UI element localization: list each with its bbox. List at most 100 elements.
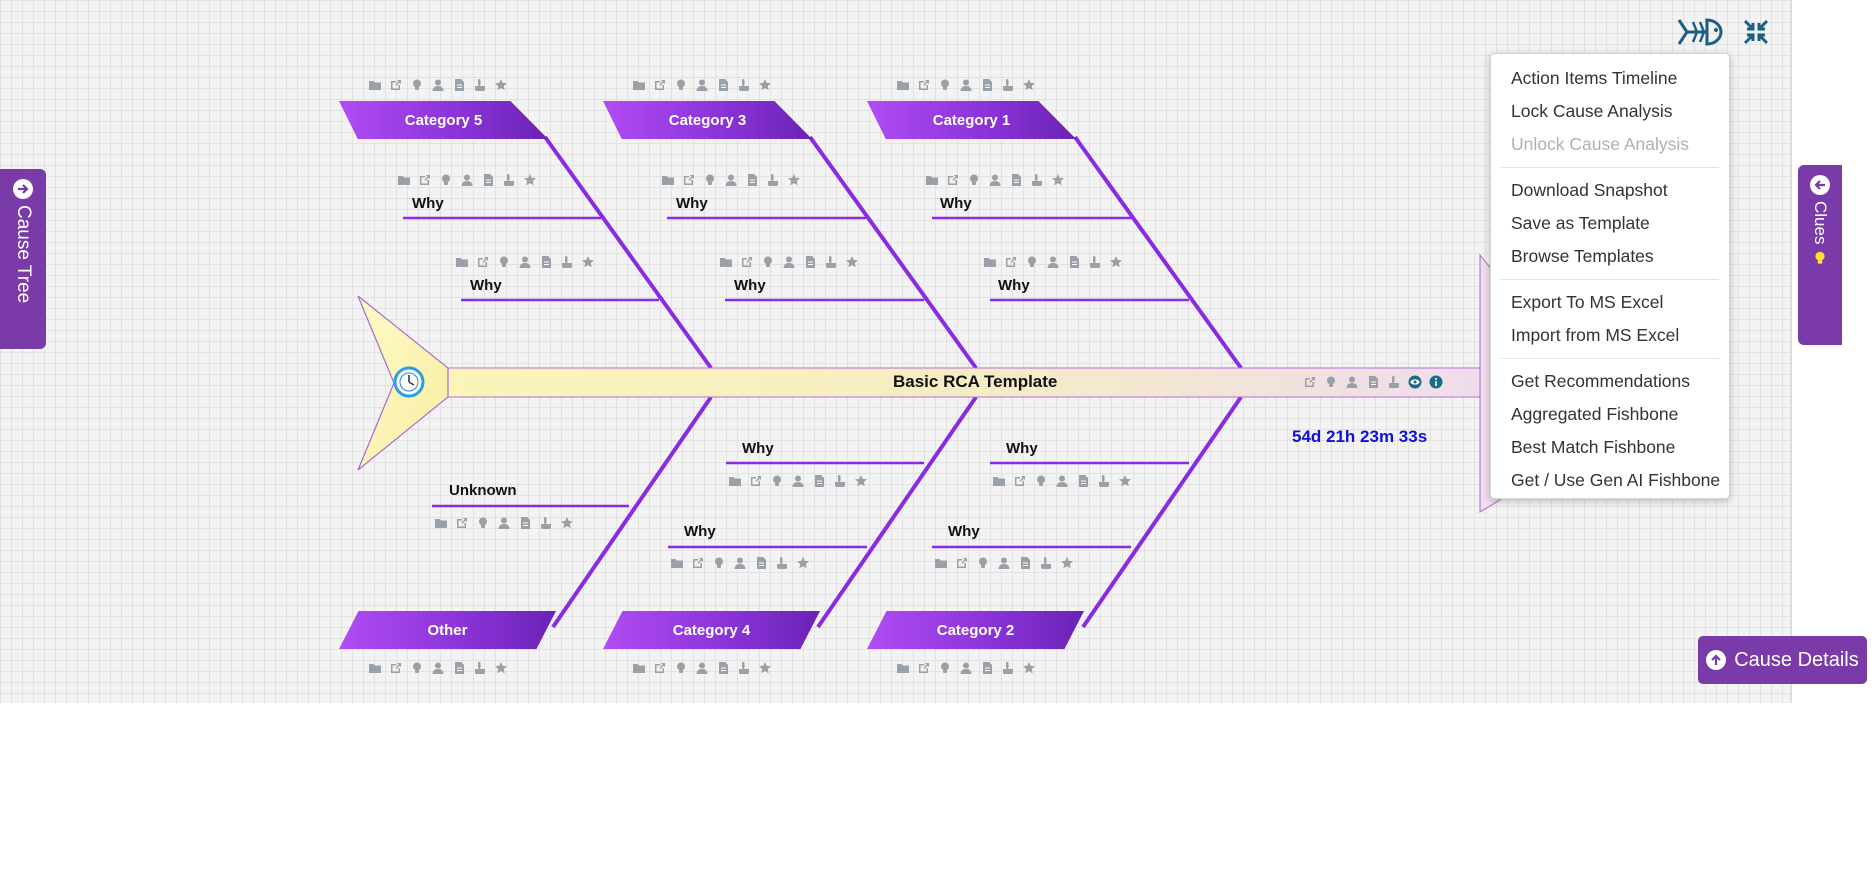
- star-icon[interactable]: [1109, 255, 1123, 269]
- lightbulb-icon[interactable]: [770, 474, 784, 488]
- folder-icon[interactable]: [434, 516, 448, 530]
- hand-icon[interactable]: [560, 255, 574, 269]
- external-link-icon[interactable]: [653, 661, 667, 675]
- lightbulb-icon[interactable]: [761, 255, 775, 269]
- user-icon[interactable]: [724, 173, 738, 187]
- hand-icon[interactable]: [737, 78, 751, 92]
- hand-icon[interactable]: [1039, 556, 1053, 570]
- cause-label[interactable]: Why: [742, 440, 774, 457]
- document-icon[interactable]: [803, 255, 817, 269]
- lightbulb-icon[interactable]: [938, 661, 952, 675]
- collapse-icon[interactable]: [1743, 19, 1769, 50]
- fishbone-icon[interactable]: [1677, 16, 1729, 53]
- star-icon[interactable]: [845, 255, 859, 269]
- lightbulb-icon[interactable]: [938, 78, 952, 92]
- folder-icon[interactable]: [896, 661, 910, 675]
- hand-icon[interactable]: [833, 474, 847, 488]
- eye-icon[interactable]: [1408, 375, 1422, 389]
- clock-icon[interactable]: [393, 366, 425, 398]
- document-icon[interactable]: [1076, 474, 1090, 488]
- external-link-icon[interactable]: [1004, 255, 1018, 269]
- star-icon[interactable]: [494, 661, 508, 675]
- folder-icon[interactable]: [368, 661, 382, 675]
- lightbulb-icon[interactable]: [674, 78, 688, 92]
- lightbulb-icon[interactable]: [476, 516, 490, 530]
- user-icon[interactable]: [1345, 375, 1359, 389]
- cause-tree-tab[interactable]: Cause Tree: [0, 169, 46, 349]
- star-icon[interactable]: [560, 516, 574, 530]
- star-icon[interactable]: [494, 78, 508, 92]
- document-icon[interactable]: [481, 173, 495, 187]
- external-link-icon[interactable]: [653, 78, 667, 92]
- document-icon[interactable]: [754, 556, 768, 570]
- folder-icon[interactable]: [983, 255, 997, 269]
- user-icon[interactable]: [518, 255, 532, 269]
- star-icon[interactable]: [758, 78, 772, 92]
- lightbulb-icon[interactable]: [497, 255, 511, 269]
- external-link-icon[interactable]: [1013, 474, 1027, 488]
- user-icon[interactable]: [959, 661, 973, 675]
- user-icon[interactable]: [695, 661, 709, 675]
- folder-icon[interactable]: [992, 474, 1006, 488]
- hand-icon[interactable]: [1001, 661, 1015, 675]
- folder-icon[interactable]: [455, 255, 469, 269]
- document-icon[interactable]: [518, 516, 532, 530]
- external-link-icon[interactable]: [418, 173, 432, 187]
- lightbulb-icon[interactable]: [967, 173, 981, 187]
- cause-label[interactable]: Why: [470, 277, 502, 294]
- star-icon[interactable]: [523, 173, 537, 187]
- menu-item-gen-ai-fishbone[interactable]: Get / Use Gen AI Fishbone: [1491, 464, 1729, 497]
- folder-icon[interactable]: [397, 173, 411, 187]
- hand-icon[interactable]: [737, 661, 751, 675]
- menu-item-export-excel[interactable]: Export To MS Excel: [1491, 286, 1729, 319]
- menu-item-save-as-template[interactable]: Save as Template: [1491, 207, 1729, 240]
- user-icon[interactable]: [431, 661, 445, 675]
- folder-icon[interactable]: [670, 556, 684, 570]
- user-icon[interactable]: [959, 78, 973, 92]
- external-link-icon[interactable]: [389, 78, 403, 92]
- folder-icon[interactable]: [632, 661, 646, 675]
- hand-icon[interactable]: [539, 516, 553, 530]
- lightbulb-icon[interactable]: [703, 173, 717, 187]
- external-link-icon[interactable]: [917, 78, 931, 92]
- external-link-icon[interactable]: [1303, 375, 1317, 389]
- external-link-icon[interactable]: [955, 556, 969, 570]
- lightbulb-icon[interactable]: [1034, 474, 1048, 488]
- folder-icon[interactable]: [728, 474, 742, 488]
- folder-icon[interactable]: [368, 78, 382, 92]
- cause-label-unknown[interactable]: Unknown: [449, 482, 517, 499]
- menu-item-best-match-fishbone[interactable]: Best Match Fishbone: [1491, 431, 1729, 464]
- star-icon[interactable]: [1022, 661, 1036, 675]
- star-icon[interactable]: [854, 474, 868, 488]
- user-icon[interactable]: [431, 78, 445, 92]
- user-icon[interactable]: [460, 173, 474, 187]
- document-icon[interactable]: [716, 78, 730, 92]
- external-link-icon[interactable]: [691, 556, 705, 570]
- external-link-icon[interactable]: [682, 173, 696, 187]
- folder-icon[interactable]: [661, 173, 675, 187]
- external-link-icon[interactable]: [917, 661, 931, 675]
- document-icon[interactable]: [980, 78, 994, 92]
- document-icon[interactable]: [1018, 556, 1032, 570]
- menu-item-download-snapshot[interactable]: Download Snapshot: [1491, 174, 1729, 207]
- folder-icon[interactable]: [925, 173, 939, 187]
- cause-label[interactable]: Why: [940, 195, 972, 212]
- hand-icon[interactable]: [502, 173, 516, 187]
- user-icon[interactable]: [997, 556, 1011, 570]
- external-link-icon[interactable]: [946, 173, 960, 187]
- hand-icon[interactable]: [1097, 474, 1111, 488]
- folder-icon[interactable]: [896, 78, 910, 92]
- cause-details-button[interactable]: Cause Details: [1698, 636, 1867, 684]
- hand-icon[interactable]: [1088, 255, 1102, 269]
- external-link-icon[interactable]: [476, 255, 490, 269]
- document-icon[interactable]: [745, 173, 759, 187]
- external-link-icon[interactable]: [740, 255, 754, 269]
- hand-icon[interactable]: [775, 556, 789, 570]
- hand-icon[interactable]: [473, 78, 487, 92]
- hand-icon[interactable]: [1387, 375, 1401, 389]
- cause-label[interactable]: Why: [412, 195, 444, 212]
- lightbulb-icon[interactable]: [410, 661, 424, 675]
- document-icon[interactable]: [452, 661, 466, 675]
- cause-label[interactable]: Why: [998, 277, 1030, 294]
- document-icon[interactable]: [539, 255, 553, 269]
